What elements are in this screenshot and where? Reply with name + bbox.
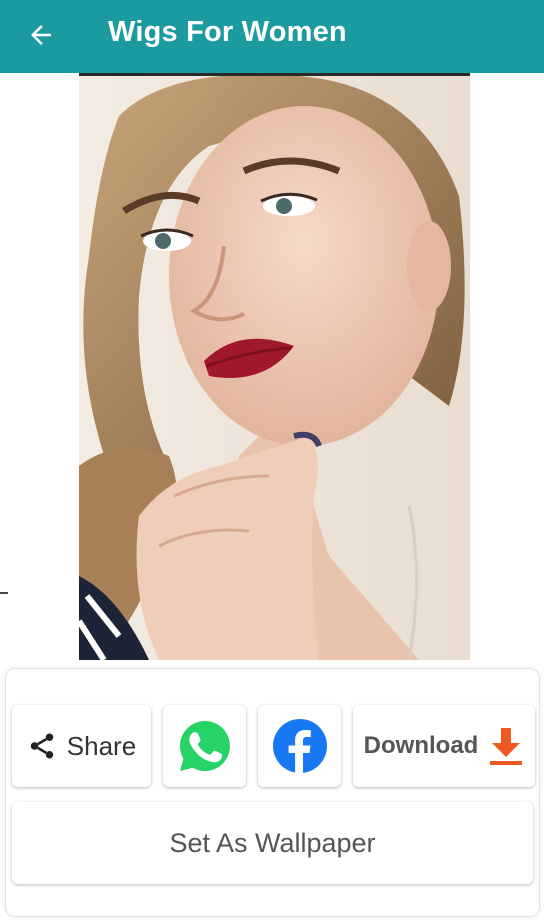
share-icon [30, 733, 54, 759]
wallpaper-image[interactable] [79, 73, 470, 660]
set-wallpaper-label: Set As Wallpaper [169, 827, 376, 858]
app-bar: Wigs For Women [0, 0, 544, 73]
facebook-button[interactable] [258, 705, 341, 787]
download-label: Download [363, 732, 479, 759]
whatsapp-icon [179, 721, 230, 771]
facebook-icon [272, 719, 327, 773]
page-title: Wigs For Women [108, 16, 347, 48]
download-button[interactable]: Download [353, 705, 535, 787]
arrow-left-icon [31, 25, 51, 45]
back-button[interactable] [24, 18, 58, 52]
whatsapp-button[interactable] [163, 705, 246, 787]
set-wallpaper-button[interactable]: Set As Wallpaper [12, 802, 533, 884]
share-label: Share [66, 730, 137, 761]
download-icon [490, 728, 523, 765]
divider-mark [0, 592, 8, 594]
share-button[interactable]: Share [12, 705, 151, 787]
